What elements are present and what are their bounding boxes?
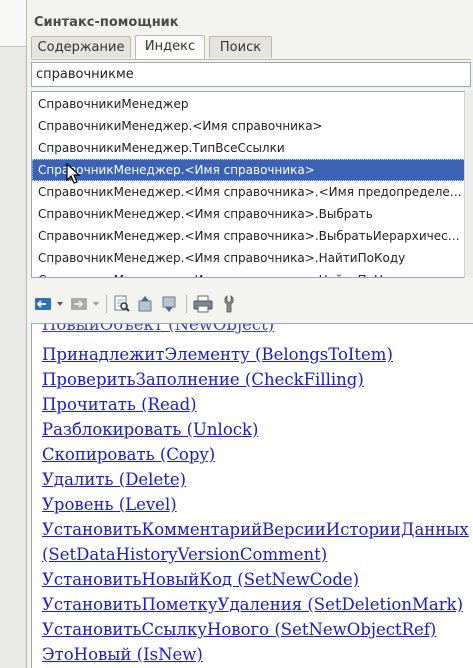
tab-index[interactable]: Индекс xyxy=(135,35,205,59)
list-item[interactable]: СправочникМенеджер.<Имя справочника>.Най… xyxy=(32,247,468,269)
previous-topic-icon xyxy=(138,296,152,312)
index-search-field[interactable] xyxy=(31,62,471,87)
find-in-page-icon xyxy=(114,295,130,312)
mouse-cursor-icon xyxy=(66,163,81,184)
list-item[interactable]: СправочникМенеджер.<Имя справочника>.<Им… xyxy=(32,181,468,203)
method-link[interactable]: Скопировать (Copy) xyxy=(42,445,215,464)
settings-button[interactable] xyxy=(219,293,241,315)
background-window-header xyxy=(0,0,26,47)
print-button[interactable] xyxy=(191,293,215,315)
method-link[interactable]: ПринадлежитЭлементу (BelongsToItem) xyxy=(42,345,393,364)
tab-search[interactable]: Поиск xyxy=(209,36,272,58)
method-link[interactable]: ЭтоНовый (IsNew) xyxy=(42,645,203,664)
list-item[interactable]: СправочникМенеджер.<Имя справочника>.Выб… xyxy=(32,203,468,225)
tab-contents[interactable]: Содержание xyxy=(31,36,131,58)
method-link[interactable]: УстановитьНовыйКод (SetNewCode) xyxy=(42,570,359,589)
index-search-input[interactable] xyxy=(36,66,456,83)
back-button[interactable] xyxy=(33,293,67,315)
method-link[interactable]: УстановитьПометкуУдаления (SetDeletionMa… xyxy=(42,595,463,614)
tab-bar: Содержание Индекс Поиск xyxy=(31,35,471,60)
list-item[interactable]: СправочникиМенеджер.ТипВсеСсылки xyxy=(32,137,468,159)
toolbar-separator xyxy=(186,295,187,313)
toolbar-separator xyxy=(106,295,107,313)
panel-title: Синтакс-помощник xyxy=(34,15,179,30)
method-link[interactable]: (SetDataHistoryVersionComment) xyxy=(42,545,327,564)
syntax-assistant-panel: Синтакс-помощник Содержание Индекс Поиск… xyxy=(26,0,473,668)
next-topic-icon xyxy=(162,296,176,312)
find-in-page-button[interactable] xyxy=(111,293,133,315)
method-link[interactable]: Разблокировать (Unlock) xyxy=(42,420,258,439)
previous-topic-button[interactable] xyxy=(135,293,157,315)
next-topic-button[interactable] xyxy=(159,293,181,315)
list-item[interactable]: СправочникМенеджер.<Имя справочника>.Выб… xyxy=(32,225,468,247)
method-link[interactable]: УстановитьСсылкуНового (SetNewObjectRef) xyxy=(42,620,436,639)
list-item[interactable]: СправочникиМенеджер.<Имя справочника> xyxy=(32,115,468,137)
list-item-selected[interactable]: СправочникМенеджер.<Имя справочника> xyxy=(32,159,468,181)
list-item[interactable]: СправочникМенеджер.<Имя справочника>.Най… xyxy=(32,269,468,277)
method-link[interactable]: Прочитать (Read) xyxy=(42,395,197,414)
settings-icon xyxy=(224,295,234,313)
tab-divider xyxy=(31,59,471,60)
index-results-list[interactable]: СправочникиМенеджер СправочникиМенеджер.… xyxy=(31,91,471,278)
forward-button[interactable] xyxy=(69,293,103,315)
help-toolbar xyxy=(31,290,471,318)
panel-title-bar: Синтакс-помощник xyxy=(27,12,473,36)
list-item[interactable]: СправочникиМенеджер xyxy=(32,93,468,115)
method-link[interactable]: УстановитьКомментарийВерсииИсторииДанных xyxy=(42,520,469,539)
method-link-partial[interactable]: НовыйОбъект (NewObject) xyxy=(42,324,274,334)
method-link[interactable]: Уровень (Level) xyxy=(42,495,177,514)
list-scrollbar[interactable] xyxy=(464,90,473,278)
background-window-edge xyxy=(0,0,26,668)
method-link[interactable]: Удалить (Delete) xyxy=(42,470,186,489)
method-link[interactable]: ПроверитьЗаполнение (CheckFilling) xyxy=(42,370,364,389)
help-content-area: НовыйОбъект (NewObject) ПринадлежитЭлеме… xyxy=(31,323,473,668)
back-icon xyxy=(35,298,63,310)
forward-icon xyxy=(71,298,99,310)
print-icon xyxy=(193,295,213,313)
